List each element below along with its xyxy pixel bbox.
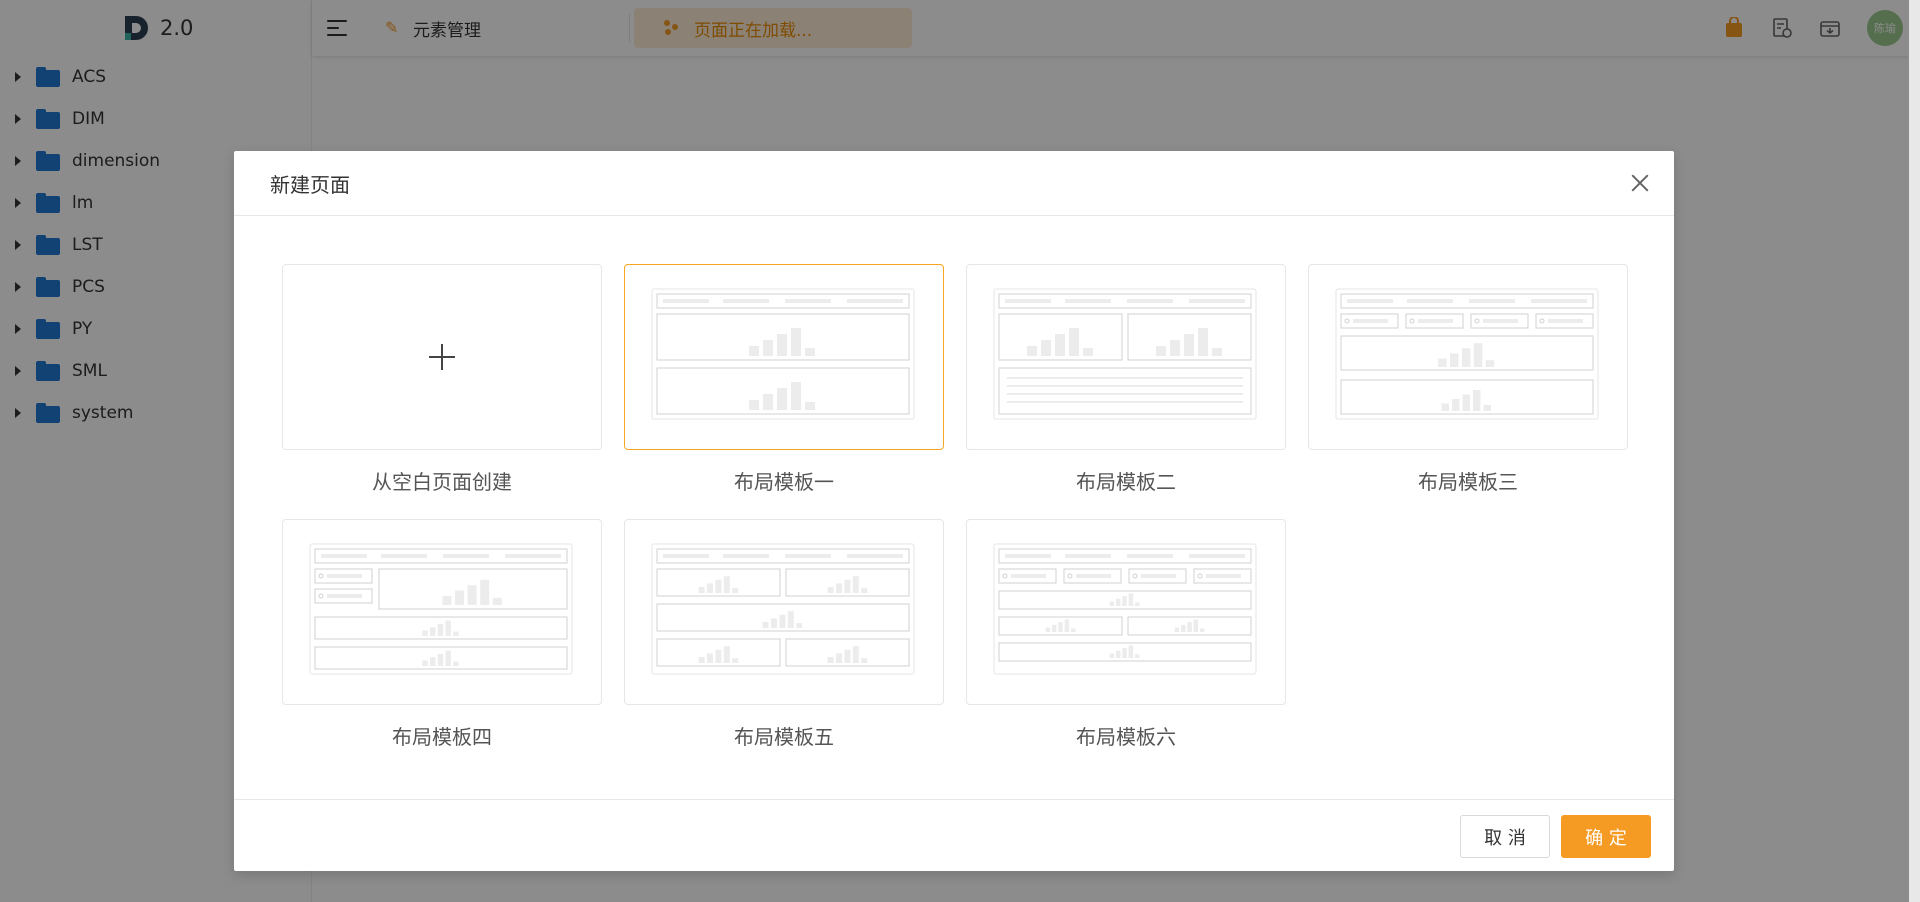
template-label: 从空白页面创建 <box>372 470 512 494</box>
template-option-layout-6[interactable]: 布局模板六 <box>966 519 1286 750</box>
template-thumbnail <box>993 543 1259 681</box>
plus-icon <box>429 344 455 370</box>
template-label: 布局模板四 <box>392 725 492 749</box>
template-thumbnail <box>651 543 917 681</box>
dialog-title: 新建页面 <box>270 172 350 197</box>
template-option-layout-2[interactable]: 布局模板二 <box>966 264 1286 495</box>
cancel-button[interactable]: 取 消 <box>1460 815 1550 858</box>
close-icon[interactable] <box>1628 171 1652 195</box>
template-option-layout-1[interactable]: 布局模板一 <box>624 264 944 495</box>
template-label: 布局模板三 <box>1418 470 1518 494</box>
template-card[interactable] <box>624 264 944 450</box>
template-card[interactable] <box>1308 264 1628 450</box>
template-card[interactable] <box>282 264 602 450</box>
template-label: 布局模板六 <box>1076 725 1176 749</box>
template-thumbnail <box>651 288 917 426</box>
template-option-layout-4[interactable]: 布局模板四 <box>282 519 602 750</box>
template-label: 布局模板五 <box>734 725 834 749</box>
template-card[interactable] <box>966 264 1286 450</box>
template-label: 布局模板二 <box>1076 470 1176 494</box>
template-label: 布局模板一 <box>734 470 834 494</box>
dialog-header: 新建页面 <box>234 151 1674 216</box>
template-thumbnail <box>309 543 575 681</box>
dialog-footer: 取 消 确 定 <box>234 799 1674 871</box>
template-option-layout-5[interactable]: 布局模板五 <box>624 519 944 750</box>
scrollbar[interactable] <box>1909 0 1920 902</box>
template-thumbnail <box>993 288 1259 426</box>
template-option-layout-3[interactable]: 布局模板三 <box>1308 264 1628 495</box>
confirm-button[interactable]: 确 定 <box>1561 815 1651 858</box>
new-page-dialog: 新建页面 从空白页面创建 布局模板一 布局模板二 布局模板三 布局模板四 布局模… <box>234 151 1674 871</box>
template-card[interactable] <box>282 519 602 705</box>
template-card[interactable] <box>966 519 1286 705</box>
template-thumbnail <box>1335 288 1601 426</box>
template-option-blank[interactable]: 从空白页面创建 <box>282 264 602 495</box>
template-card[interactable] <box>624 519 944 705</box>
